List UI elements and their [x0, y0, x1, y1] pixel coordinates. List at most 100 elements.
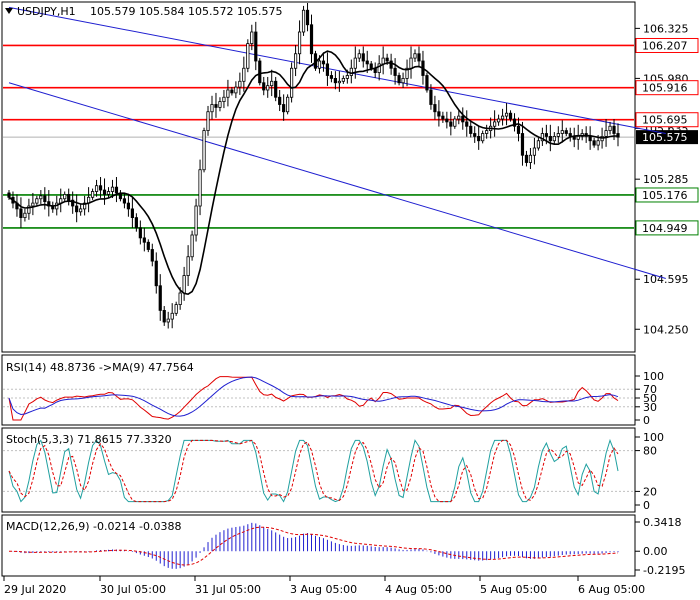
candle-body [134, 217, 138, 229]
candle-body [102, 189, 107, 195]
candle-body [290, 67, 294, 98]
candle-body [417, 53, 421, 62]
osc-tick-label: 100 [643, 431, 664, 444]
candle-body [365, 60, 369, 65]
candle-body [401, 78, 405, 84]
candle-body [254, 31, 258, 62]
candle-body [528, 154, 533, 163]
x-tick-label: 3 Aug 05:00 [290, 583, 357, 596]
candle-body [286, 96, 290, 113]
ohlc-readout: 105.579 105.584 105.572 105.575 [90, 5, 282, 18]
candle-body [369, 63, 373, 69]
candle-body [544, 133, 548, 137]
candle-body [262, 82, 266, 91]
candle-body [150, 249, 154, 262]
macd-label: MACD(12,26,9) -0.0214 -0.0388 [6, 520, 181, 533]
candle-body [345, 75, 349, 79]
candle-body [329, 75, 334, 79]
candle-body [493, 121, 497, 127]
candle-body [409, 57, 413, 69]
candle-body [106, 191, 111, 195]
candle-body [274, 80, 278, 98]
candle-body [214, 104, 218, 108]
candle-body [449, 121, 453, 127]
candle-body [31, 202, 35, 207]
candle-body [457, 115, 461, 120]
candle-body [441, 115, 445, 120]
candle-body [556, 133, 560, 137]
candle-body [110, 186, 115, 192]
candle-body [242, 67, 246, 82]
candle-body [477, 135, 481, 142]
candle-body [425, 75, 429, 91]
candle-body [293, 53, 298, 69]
chart-root: 106.325105.980105.635105.285104.940104.5… [0, 0, 700, 600]
candle-body [158, 285, 162, 311]
candle-body [63, 193, 67, 200]
candle-body [122, 198, 127, 204]
candle-body [194, 205, 198, 236]
candle-body [532, 147, 537, 156]
candle-body [182, 275, 186, 294]
candle-body [142, 237, 146, 243]
candle-body [301, 9, 306, 33]
candle-body [500, 115, 505, 120]
candle-body [608, 125, 612, 131]
candle-body [282, 104, 286, 113]
candle-body [349, 67, 353, 76]
candle-body [35, 198, 39, 204]
candle-body [270, 80, 274, 87]
candle-body [309, 24, 314, 55]
candle-body [437, 111, 441, 117]
osc-tick-label: 0 [643, 499, 650, 512]
rsi-label: RSI(14) 48.8736 ->MA(9) 47.7564 [6, 361, 194, 374]
candle-body [496, 118, 501, 123]
candle-body [485, 130, 489, 134]
candle-body [612, 125, 616, 134]
candle-body [592, 140, 596, 146]
candle-body [524, 154, 529, 163]
level-label: 105.916 [642, 82, 688, 95]
candle-body [337, 80, 341, 84]
candle-body [39, 195, 43, 200]
stoch-label: Stoch(5,3,3) 71.8615 77.3320 [6, 433, 172, 446]
candle-body [210, 104, 214, 113]
candle-body [246, 43, 250, 69]
x-tick-label: 4 Aug 05:00 [385, 583, 452, 596]
level-label: 105.176 [642, 189, 688, 202]
price-tick-label: 104.595 [643, 273, 689, 286]
candle-body [162, 309, 166, 323]
osc-tick-label: 30 [643, 401, 657, 414]
candle-body [138, 227, 142, 239]
candle-body [481, 133, 485, 142]
osc-tick-label: 20 [643, 485, 657, 498]
candle [425, 72, 429, 93]
candle-body [520, 133, 525, 156]
candle-body [588, 135, 592, 142]
candle [301, 5, 306, 36]
candle-body [393, 67, 397, 76]
candle-body [381, 57, 385, 65]
candle-body [604, 130, 608, 137]
candle-body [433, 104, 437, 113]
candle-body [174, 304, 178, 314]
candle-body [305, 9, 310, 26]
candle-body [230, 89, 234, 94]
candle-body [114, 186, 119, 194]
candle-body [226, 89, 230, 98]
candle-body [170, 312, 174, 320]
macd-tick-label: -0.2195 [643, 564, 685, 577]
candle-body [385, 57, 389, 62]
candle-body [560, 130, 564, 134]
candle-body [536, 140, 540, 149]
candle-body [576, 135, 580, 140]
candle-body [67, 193, 71, 201]
candle-body [206, 111, 210, 132]
candle-body [353, 57, 357, 69]
candle-body [166, 318, 170, 323]
candle-body [258, 60, 262, 84]
candle-body [564, 130, 568, 134]
candle-body [473, 133, 477, 137]
candle-body [297, 31, 302, 55]
candle-body [238, 80, 242, 88]
